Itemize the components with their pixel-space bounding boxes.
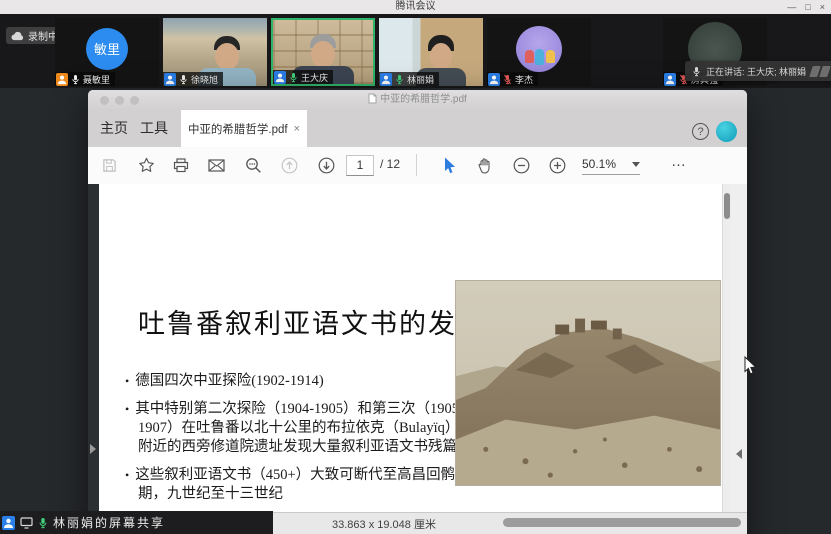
mic-on-icon [71, 74, 80, 85]
selection-tool-button[interactable] [440, 147, 460, 183]
toolbar-divider [416, 154, 417, 176]
mic-speaking-icon [395, 74, 404, 85]
os-titlebar: 腾讯会议 — □ × [0, 0, 831, 15]
avatar: 敏里 [86, 28, 128, 70]
participant-tile[interactable]: 敏里聂敏里 [55, 18, 159, 86]
search-zoom-button[interactable] [242, 147, 264, 183]
participant-name: 李杰 [515, 73, 533, 86]
participant-tile[interactable]: 王大庆 [271, 18, 375, 86]
tab-close-icon[interactable]: × [294, 123, 300, 135]
screen-share-icon [20, 517, 33, 529]
page-total-label: / 12 [380, 155, 400, 174]
page-number-input[interactable]: 1 [346, 155, 374, 176]
member-badge-icon [663, 72, 676, 86]
right-panel-collapsed [731, 184, 747, 512]
pdf-page[interactable]: 吐鲁番叙利亚语文书的发现 德国四次中亚探险(1902-1914) 其中特别第二次… [99, 184, 722, 512]
document-icon [368, 93, 377, 104]
mic-on-icon [38, 517, 48, 529]
participant-name-bar: 林丽娟 [379, 72, 439, 86]
participant-tile[interactable]: 李杰 [487, 18, 591, 86]
zoom-level-value: 50.1% [582, 155, 616, 174]
slide-photo [455, 280, 721, 486]
participant-name-bar: 聂敏里 [55, 72, 115, 86]
participant-tile[interactable]: 林丽娟 [379, 18, 483, 86]
member-badge-icon [487, 72, 500, 86]
slide-bullet: 这些叙利亚语文书（450+）大致可断代至高昌回鹘时期，九世纪至十三世纪 [125, 466, 473, 504]
participant-name: 林丽娟 [407, 73, 434, 86]
menu-home[interactable]: 主页 [100, 110, 128, 147]
print-button[interactable] [170, 147, 192, 183]
more-tools-button[interactable]: … [664, 147, 694, 183]
recording-label: 录制中 [28, 28, 58, 43]
save-button[interactable] [98, 147, 120, 183]
participant-name-bar: 徐晓旭 [163, 72, 223, 86]
speaking-tooltip-text: 正在讲话: 王大庆; 林丽娟 [706, 65, 806, 78]
page-dimensions-label: 33.863 x 19.048 厘米 [332, 516, 436, 532]
hand-tool-button[interactable] [474, 147, 496, 183]
pdf-titlebar[interactable]: 中亚的希腊哲学.pdf [88, 90, 747, 111]
screen-share-banner: 林丽娟的屏幕共享 [0, 511, 273, 534]
minimize-button[interactable]: — [787, 0, 796, 14]
menu-tools[interactable]: 工具 [140, 110, 168, 147]
pdf-tab-bar: 主页 工具 中亚的希腊哲学.pdf × ? [88, 110, 747, 147]
member-badge-icon [379, 72, 392, 86]
mic-icon [692, 66, 701, 77]
tencent-meeting-window: 腾讯会议 — □ × 录制中 敏里聂敏里徐晓旭王大庆林丽娟李杰房宾强 正在讲话:… [0, 0, 831, 534]
pdf-toolbar: 1 / 12 50.1% … [88, 147, 747, 185]
mic-speaking-icon [289, 72, 298, 83]
tab-document[interactable]: 中亚的希腊哲学.pdf × [181, 110, 307, 147]
video-strip: 录制中 敏里聂敏里徐晓旭王大庆林丽娟李杰房宾强 正在讲话: 王大庆; 林丽娟 [0, 14, 831, 88]
help-button[interactable]: ? [692, 123, 709, 140]
pdf-content-area: 吐鲁番叙利亚语文书的发现 德国四次中亚探险(1902-1914) 其中特别第二次… [88, 184, 747, 512]
close-button[interactable]: × [820, 0, 825, 14]
email-button[interactable] [205, 147, 227, 183]
member-badge-icon [163, 72, 176, 86]
tab-document-label: 中亚的希腊哲学.pdf [188, 121, 288, 137]
maximize-button[interactable]: □ [805, 0, 810, 14]
mic-muted-icon [503, 74, 512, 85]
pdf-doc-title: 中亚的希腊哲学.pdf [88, 90, 747, 110]
audio-wave-icon [811, 66, 829, 77]
participant-name: 聂敏里 [83, 73, 110, 86]
slide-bullet-list: 德国四次中亚探险(1902-1914) 其中特别第二次探险（1904-1905）… [125, 372, 473, 512]
left-panel-collapsed [88, 184, 99, 512]
window-controls: — □ × [787, 0, 825, 14]
vertical-scrollbar-thumb[interactable] [724, 193, 730, 219]
pdf-reader-window: 中亚的希腊哲学.pdf 主页 工具 中亚的希腊哲学.pdf × ? 1 / 12 [88, 90, 747, 534]
zoom-out-button[interactable] [510, 147, 532, 183]
participant-name-bar: 王大庆 [273, 70, 333, 84]
next-page-button[interactable] [315, 147, 337, 183]
right-panel-toggle-icon[interactable] [736, 449, 742, 459]
slide-title: 吐鲁番叙利亚语文书的发现 [138, 302, 486, 341]
avatar [516, 26, 562, 72]
zoom-level-dropdown[interactable]: 50.1% [582, 155, 640, 175]
participant-tile[interactable]: 徐晓旭 [163, 18, 267, 86]
participant-name-bar: 李杰 [487, 72, 538, 86]
slide-bullet: 其中特别第二次探险（1904-1905）和第三次（1905-1907）在吐鲁番以… [125, 400, 473, 457]
speaking-tooltip: 正在讲话: 王大庆; 林丽娟 [685, 61, 831, 81]
chevron-down-icon [632, 162, 640, 167]
star-button[interactable] [135, 147, 157, 183]
horizontal-scrollbar-thumb[interactable] [503, 518, 741, 527]
previous-page-button[interactable] [278, 147, 300, 183]
participant-name: 王大庆 [301, 71, 328, 84]
mic-on-icon [179, 74, 188, 85]
slide-bullet: 德国四次中亚探险(1902-1914) [125, 372, 473, 391]
left-panel-toggle-icon[interactable] [90, 444, 96, 454]
app-title: 腾讯会议 [0, 0, 831, 14]
member-badge-icon [55, 72, 68, 86]
cloud-record-icon [11, 31, 24, 41]
zoom-in-button[interactable] [546, 147, 568, 183]
screen-share-label: 林丽娟的屏幕共享 [53, 514, 165, 531]
member-badge-icon [273, 70, 286, 84]
account-avatar[interactable] [716, 121, 737, 142]
member-badge-icon [2, 516, 15, 530]
participant-name: 徐晓旭 [191, 73, 218, 86]
mouse-cursor [744, 356, 758, 376]
vertical-scrollbar[interactable] [722, 184, 731, 512]
